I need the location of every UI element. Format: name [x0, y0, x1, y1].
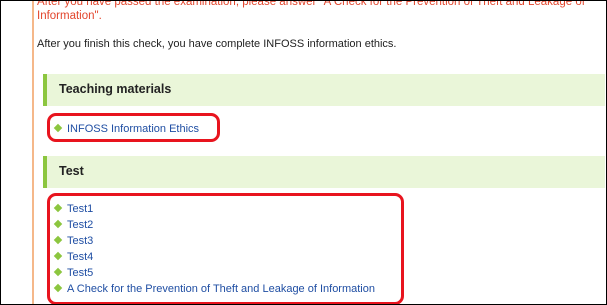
- teaching-materials-header: Teaching materials: [43, 74, 605, 106]
- exam-instruction-text: After you have passed the examination, p…: [37, 1, 585, 22]
- main-content: After you have passed the examination, p…: [32, 1, 606, 304]
- page-frame: After you have passed the examination, p…: [0, 0, 607, 305]
- completion-note: After you finish this check, you have co…: [37, 38, 397, 50]
- section-title: Teaching materials: [59, 82, 172, 96]
- test-header: Test: [43, 156, 605, 188]
- highlight-box-teaching: [47, 113, 220, 142]
- section-title: Test: [59, 164, 84, 178]
- highlight-box-tests: [47, 193, 404, 304]
